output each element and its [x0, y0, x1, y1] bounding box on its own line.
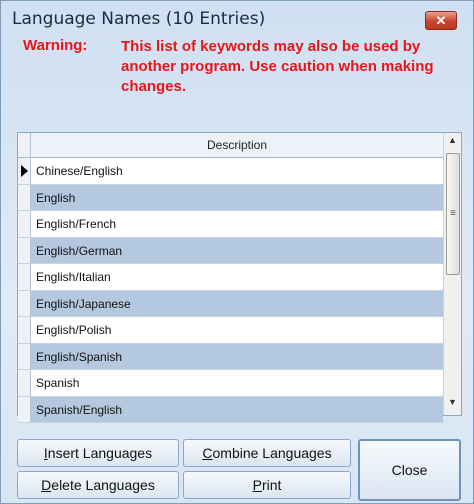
row-selector[interactable]: [18, 396, 31, 422]
warning-message: This list of keywords may also be used b…: [121, 38, 434, 95]
row-description: Spanish: [36, 376, 80, 390]
insert-languages-button[interactable]: Insert Languages: [17, 439, 179, 467]
button-label: ombine Languages: [212, 445, 332, 461]
row-selector[interactable]: [18, 290, 31, 316]
row-selector[interactable]: [18, 264, 31, 290]
close-icon[interactable]: ✕: [425, 11, 457, 30]
table-row[interactable]: English/Italian: [18, 264, 443, 291]
row-selector[interactable]: [18, 343, 31, 369]
row-selector[interactable]: [18, 158, 31, 184]
grip-icon: ≡: [450, 208, 456, 219]
mnemonic: C: [202, 445, 213, 461]
row-description: English/French: [36, 217, 117, 231]
button-label: elete Languages: [51, 477, 155, 493]
table-row[interactable]: Chinese/English: [18, 158, 443, 185]
combine-languages-button[interactable]: Combine Languages: [183, 439, 351, 467]
table-row[interactable]: English/French: [18, 211, 443, 238]
table-row[interactable]: Spanish/English: [18, 396, 443, 423]
table-row[interactable]: English/Japanese: [18, 290, 443, 317]
row-description: English/Polish: [36, 323, 112, 337]
language-names-dialog: Language Names (10 Entries) ✕ Warning: T…: [0, 0, 474, 504]
row-selector[interactable]: [18, 184, 31, 210]
current-row-pointer-icon: [21, 165, 28, 177]
table-row[interactable]: English/German: [18, 237, 443, 264]
table-row[interactable]: English/Polish: [18, 317, 443, 344]
row-selector-header: [18, 133, 31, 157]
table-row[interactable]: English/Spanish: [18, 343, 443, 370]
mnemonic: P: [252, 477, 262, 493]
row-selector[interactable]: [18, 317, 31, 343]
delete-languages-button[interactable]: Delete Languages: [17, 471, 179, 499]
description-column-header[interactable]: Description: [31, 138, 443, 152]
scroll-thumb[interactable]: ≡: [446, 153, 460, 275]
vertical-scrollbar[interactable]: ▲ ≡ ▼: [443, 133, 461, 415]
table-row[interactable]: English: [18, 184, 443, 211]
grid-rows: Chinese/English English English/French E…: [18, 158, 443, 423]
row-description: English: [36, 190, 76, 205]
warning-label: Warning:: [23, 37, 88, 54]
row-selector[interactable]: [18, 237, 31, 263]
window-title: Language Names (10 Entries): [12, 9, 266, 29]
row-description: English/Spanish: [36, 349, 123, 364]
close-button[interactable]: Close: [358, 439, 461, 501]
row-description: Spanish/English: [36, 402, 123, 417]
scroll-down-arrow-icon[interactable]: ▼: [444, 397, 461, 413]
row-description: English/Italian: [36, 270, 111, 284]
row-selector[interactable]: [18, 211, 31, 237]
language-grid[interactable]: Description Chinese/English English Engl…: [17, 132, 462, 423]
button-label: nsert Languages: [47, 445, 153, 461]
print-button[interactable]: Print: [183, 471, 351, 499]
table-row[interactable]: Spanish: [18, 370, 443, 397]
row-description: Chinese/English: [36, 164, 123, 178]
scroll-up-arrow-icon[interactable]: ▲: [444, 135, 461, 151]
row-description: English/Japanese: [36, 296, 131, 311]
button-label: rint: [261, 477, 282, 493]
mnemonic: D: [41, 477, 52, 493]
grid-header: Description: [18, 133, 443, 158]
row-selector[interactable]: [18, 370, 31, 396]
row-description: English/German: [36, 243, 123, 258]
